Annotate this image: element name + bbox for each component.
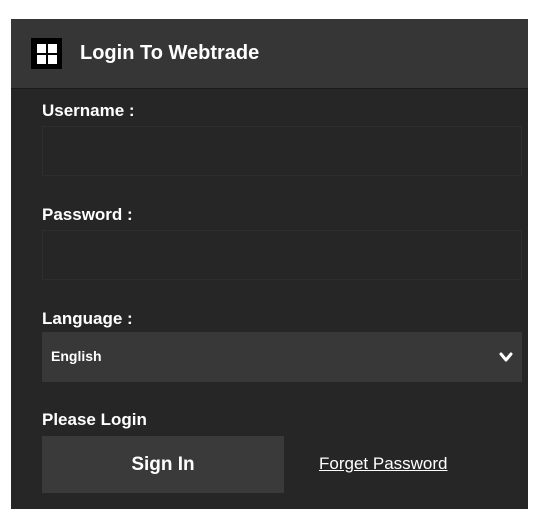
username-input[interactable] — [42, 126, 522, 176]
login-panel: Login To Webtrade Username : Password : … — [11, 19, 528, 509]
sign-in-button[interactable]: Sign In — [42, 436, 284, 493]
forget-password-link[interactable]: Forget Password — [319, 453, 448, 475]
password-label: Password : — [42, 205, 133, 224]
login-header: Login To Webtrade — [11, 19, 528, 89]
page-title: Login To Webtrade — [80, 42, 260, 64]
language-label: Language : — [42, 309, 133, 328]
grid-icon-glyph — [36, 43, 57, 64]
chevron-down-icon — [499, 352, 513, 362]
grid-icon — [31, 38, 62, 69]
language-select[interactable]: English — [42, 332, 522, 382]
password-input[interactable] — [42, 230, 522, 280]
language-selected-value: English — [51, 348, 102, 364]
status-message: Please Login — [42, 410, 147, 429]
username-label: Username : — [42, 101, 135, 120]
login-panel-body: Login To Webtrade Username : Password : … — [11, 19, 528, 503]
login-window: Login To Webtrade Username : Password : … — [0, 0, 537, 521]
